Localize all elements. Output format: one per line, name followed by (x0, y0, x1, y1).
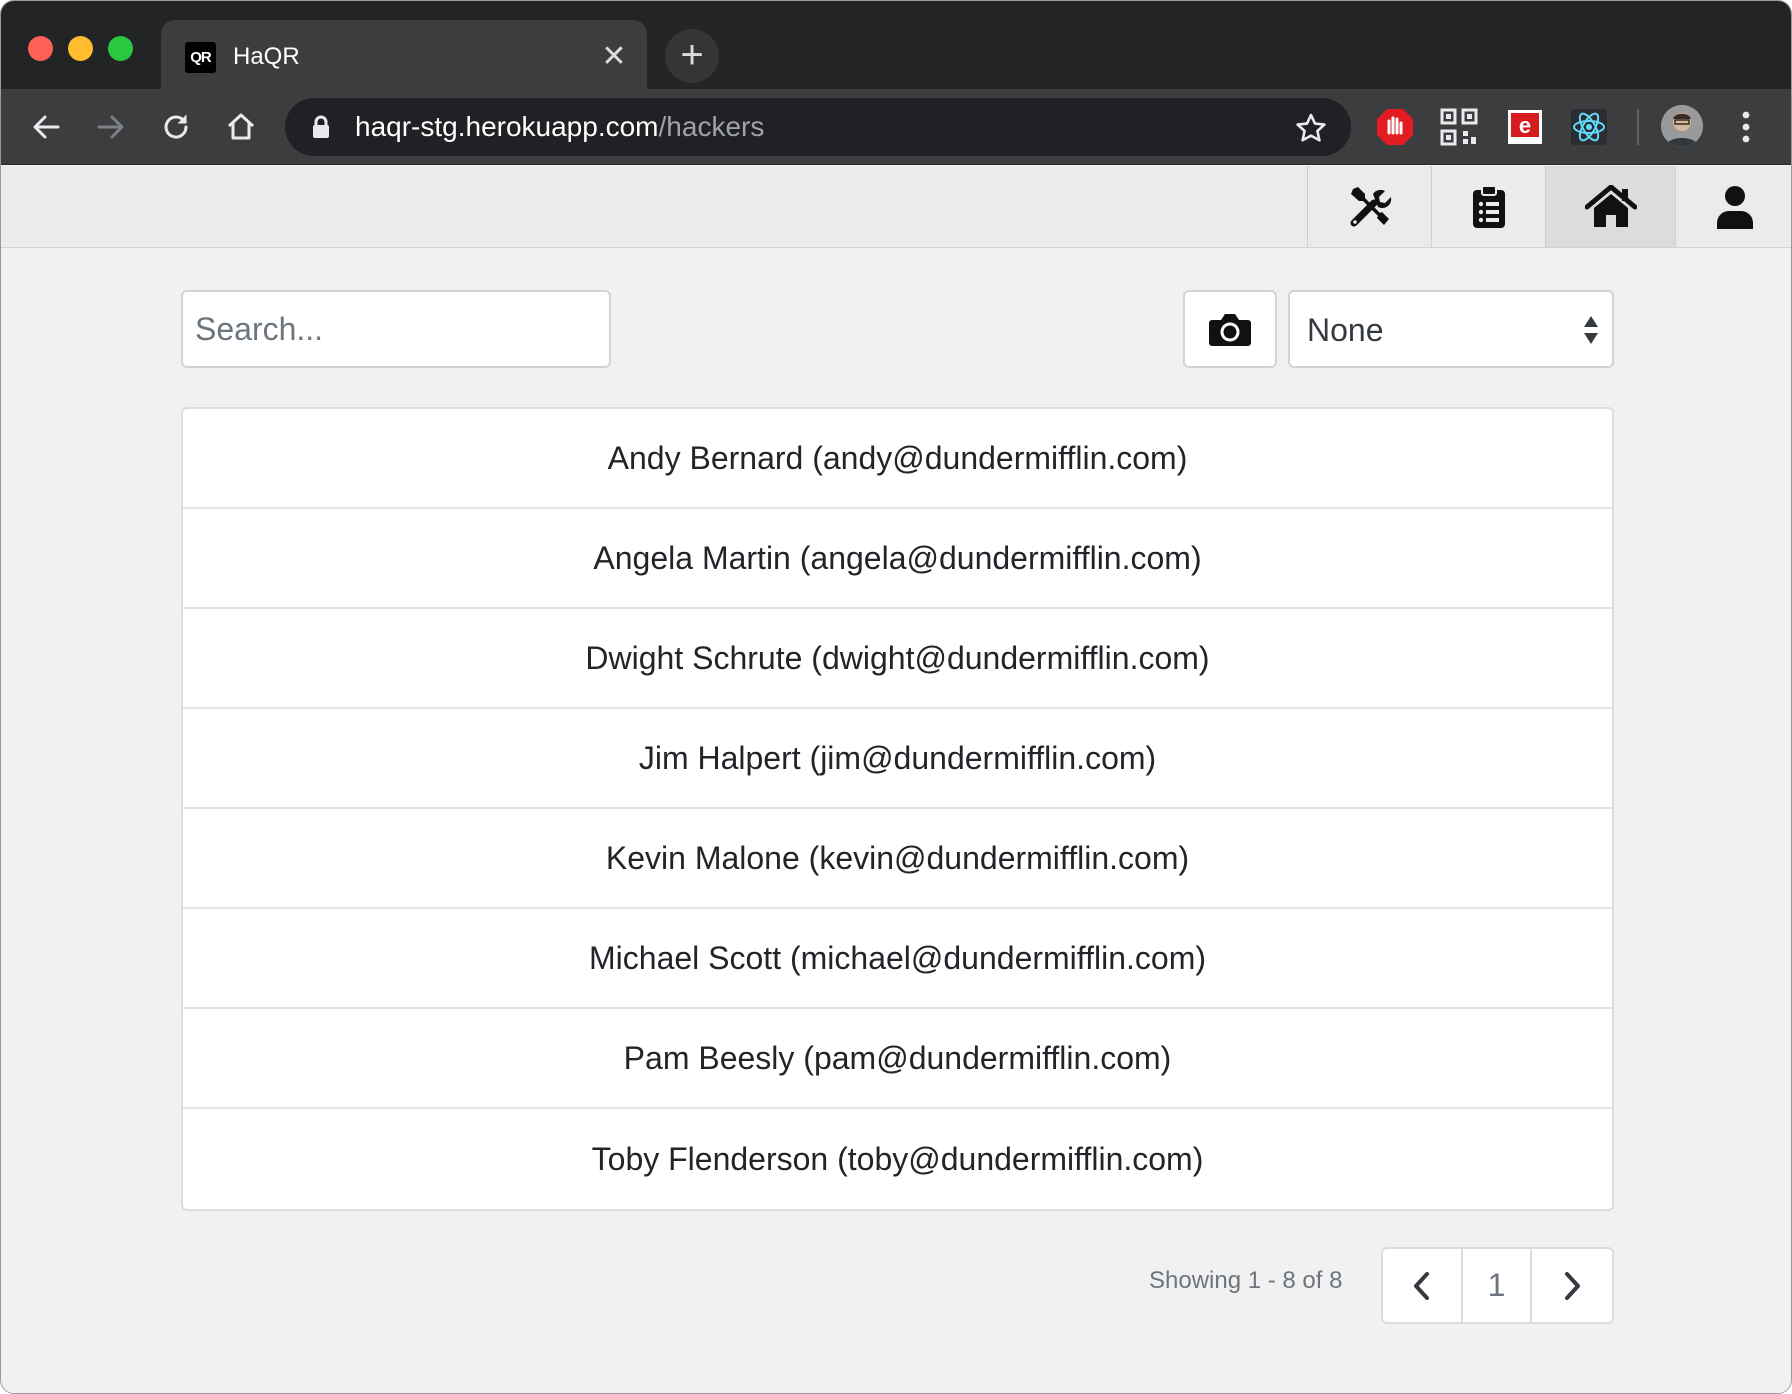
tab-title: HaQR (233, 43, 300, 70)
previous-page-button[interactable] (1383, 1249, 1463, 1322)
minimize-window-button[interactable] (68, 36, 93, 61)
svg-text:e: e (1519, 113, 1531, 138)
url-host: haqr-stg.herokuapp.com (355, 111, 659, 142)
edit-extension-icon[interactable]: e (1505, 107, 1545, 147)
address-bar[interactable]: haqr-stg.herokuapp.com/hackers (285, 98, 1351, 156)
clipboard-icon (1472, 184, 1505, 228)
pagination-summary: Showing 1 - 8 of 8 (1149, 1267, 1343, 1294)
browser-tab[interactable]: QR HaQR ✕ (161, 20, 647, 89)
favicon-icon: QR (185, 42, 216, 73)
user-icon (1716, 185, 1753, 229)
list-item[interactable]: Dwight Schrute (dwight@dundermifflin.com… (183, 609, 1612, 709)
nav-account[interactable] (1675, 166, 1791, 247)
chevron-left-icon (1414, 1271, 1429, 1300)
list-item[interactable]: Angela Martin (angela@dundermifflin.com) (183, 509, 1612, 609)
qr-extension-icon[interactable] (1439, 107, 1479, 147)
filter-select-value: None (1307, 312, 1384, 348)
filter-select[interactable]: None (1288, 290, 1614, 368)
list-item[interactable]: Kevin Malone (kevin@dundermifflin.com) (183, 809, 1612, 909)
chevron-right-icon (1565, 1271, 1580, 1300)
list-item[interactable]: Toby Flenderson (toby@dundermifflin.com) (183, 1109, 1612, 1209)
camera-icon (1209, 314, 1251, 346)
main-content: None Andy Bernard (andy@dundermifflin.co… (1, 248, 1791, 1393)
close-window-button[interactable] (28, 36, 53, 61)
home-icon (1584, 184, 1637, 227)
zoom-window-button[interactable] (108, 36, 133, 61)
nav-home[interactable] (1545, 166, 1675, 247)
browser-toolbar: haqr-stg.herokuapp.com/hackers e (1, 89, 1791, 165)
hacker-list: Andy Bernard (andy@dundermifflin.com) An… (181, 407, 1614, 1211)
react-devtools-icon[interactable] (1569, 107, 1609, 147)
menu-icon[interactable] (1731, 107, 1761, 147)
profile-avatar[interactable] (1661, 105, 1703, 147)
star-icon[interactable] (1295, 112, 1327, 144)
page-number-button[interactable]: 1 (1463, 1249, 1532, 1322)
list-item[interactable]: Jim Halpert (jim@dundermifflin.com) (183, 709, 1612, 809)
app-navbar (1, 166, 1791, 248)
nav-clipboard[interactable] (1431, 166, 1545, 247)
ublock-icon[interactable] (1375, 107, 1415, 147)
camera-button[interactable] (1183, 290, 1277, 368)
list-item[interactable]: Michael Scott (michael@dundermifflin.com… (183, 909, 1612, 1009)
tools-icon (1350, 186, 1391, 226)
toolbar-separator (1637, 109, 1639, 145)
forward-icon[interactable] (88, 104, 134, 150)
back-icon[interactable] (23, 104, 69, 150)
select-arrows-icon (1584, 316, 1598, 344)
lock-icon (313, 115, 329, 138)
url-text: haqr-stg.herokuapp.com/hackers (355, 110, 764, 144)
url-path: /hackers (658, 111, 765, 142)
list-item[interactable]: Andy Bernard (andy@dundermifflin.com) (183, 409, 1612, 509)
close-tab-icon[interactable]: ✕ (597, 40, 631, 74)
reload-icon[interactable] (153, 104, 199, 150)
search-input[interactable] (181, 290, 611, 368)
nav-admin-tools[interactable] (1307, 166, 1431, 247)
list-item[interactable]: Pam Beesly (pam@dundermifflin.com) (183, 1009, 1612, 1109)
home-icon[interactable] (218, 104, 264, 150)
pagination: 1 (1381, 1247, 1614, 1324)
tab-strip: QR HaQR ✕ + (1, 1, 1791, 89)
browser-window: QR HaQR ✕ + haqr-stg.herokuapp.com/hacke… (0, 0, 1792, 1394)
new-tab-button[interactable]: + (665, 29, 719, 83)
next-page-button[interactable] (1532, 1249, 1612, 1322)
